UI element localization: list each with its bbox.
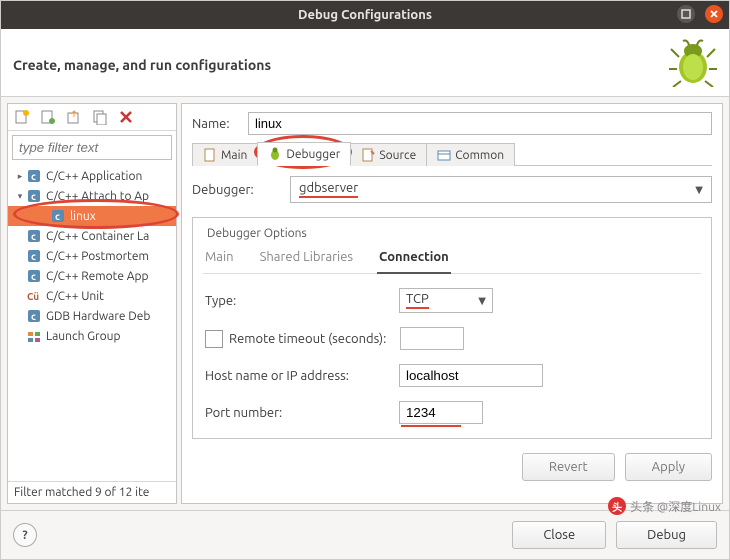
type-label: Type: (205, 294, 385, 308)
filter-input[interactable] (12, 135, 172, 160)
subtab-connection[interactable]: Connection (377, 244, 451, 274)
config-toolbar (8, 104, 176, 131)
host-label: Host name or IP address: (205, 369, 385, 383)
config-type-icon: c (26, 248, 42, 264)
port-input[interactable] (399, 401, 483, 424)
config-tree[interactable]: ▸ c C/C++ Application ▾ c C/C++ Attach to Ap c… (8, 164, 176, 481)
config-type-icon (26, 328, 42, 344)
new-prototype-icon[interactable] (40, 109, 56, 125)
tree-item-selected[interactable]: clinux (8, 206, 176, 226)
tree-item[interactable]: c C/C++ Postmortem (8, 246, 176, 266)
debugger-options-group: Debugger Options Main Shared Libraries C… (192, 217, 712, 439)
subtitle-bar: Create, manage, and run configurations (1, 29, 729, 97)
name-label: Name: (192, 117, 240, 131)
export-icon[interactable] (66, 109, 82, 125)
tree-item-label: C/C++ Remote App (46, 270, 149, 283)
tree-item[interactable]: c GDB Hardware Deb (8, 306, 176, 326)
right-panel: Name: Main Debugger Source Co (181, 103, 723, 504)
svg-text:c: c (31, 171, 36, 182)
svg-text:c: c (55, 211, 60, 222)
group-title: Debugger Options (203, 227, 311, 240)
debugger-label: Debugger: (192, 183, 282, 197)
tab-debugger[interactable]: Debugger (257, 142, 351, 166)
chevron-down-icon: ▼ (478, 295, 486, 307)
type-value: TCP (406, 292, 429, 309)
main-tabstrip: Main Debugger Source Common (192, 141, 712, 166)
bottom-bar: Close Debug (1, 510, 729, 559)
tab-source[interactable]: Source (350, 143, 427, 166)
config-type-icon: Cü (26, 288, 42, 304)
remote-timeout-label: Remote timeout (seconds): (229, 332, 386, 346)
filter-status: Filter matched 9 of 12 ite (8, 481, 176, 503)
tree-item-label: Launch Group (46, 330, 121, 343)
type-combo[interactable]: TCP ▼ (399, 288, 493, 313)
debugger-value: gdbserver (299, 181, 358, 198)
subtab-main[interactable]: Main (203, 244, 236, 273)
svg-text:c: c (31, 251, 36, 262)
config-type-icon: c (26, 228, 42, 244)
host-input[interactable] (399, 364, 543, 387)
subtitle-text: Create, manage, and run configurations (13, 57, 271, 73)
remote-timeout-checkbox[interactable] (205, 330, 223, 348)
config-type-icon: c (26, 168, 42, 184)
svg-text:c: c (31, 231, 36, 242)
tree-item-label: C/C++ Unit (46, 290, 104, 303)
file-icon (203, 148, 217, 162)
close-button[interactable]: Close (512, 521, 606, 549)
tree-item-label: C/C++ Attach to Ap (46, 190, 149, 203)
tree-item-label: C/C++ Application (46, 170, 142, 183)
tree-item-label: linux (70, 210, 96, 223)
svg-text:c: c (31, 271, 36, 282)
svg-text:Cü: Cü (27, 291, 39, 302)
tree-item[interactable]: c C/C++ Container La (8, 226, 176, 246)
debug-button[interactable]: Debug (616, 521, 717, 549)
apply-button[interactable]: Apply (625, 453, 712, 481)
common-icon (437, 148, 451, 162)
tree-item[interactable]: c C/C++ Remote App (8, 266, 176, 286)
delete-icon[interactable] (118, 109, 134, 125)
svg-text:c: c (31, 311, 36, 322)
annotation-underline (401, 425, 461, 427)
subtab-shared-libraries[interactable]: Shared Libraries (258, 244, 355, 273)
close-window-button[interactable] (705, 5, 723, 23)
config-type-icon: c (26, 308, 42, 324)
name-input[interactable] (248, 112, 712, 135)
tree-item[interactable]: Launch Group (8, 326, 176, 346)
tree-item-label: GDB Hardware Deb (46, 310, 150, 323)
svg-text:c: c (31, 191, 36, 202)
duplicate-icon[interactable] (92, 109, 108, 125)
debugger-combo[interactable]: gdbserver ▼ (290, 176, 712, 203)
tree-item[interactable]: Cü C/C++ Unit (8, 286, 176, 306)
tree-item[interactable]: ▸ c C/C++ Application (8, 166, 176, 186)
left-panel: ▸ c C/C++ Application ▾ c C/C++ Attach to Ap c… (7, 103, 177, 504)
bug-icon (669, 39, 717, 90)
help-icon[interactable]: ? (13, 523, 37, 547)
tree-toggle-icon[interactable]: ▸ (14, 171, 26, 182)
bug-tab-icon (268, 147, 282, 161)
new-config-icon[interactable] (14, 109, 30, 125)
tab-main[interactable]: Main (192, 143, 258, 166)
config-type-icon: c (26, 188, 42, 204)
source-icon (361, 148, 375, 162)
revert-button[interactable]: Revert (522, 453, 615, 481)
window-title: Debug Configurations (298, 8, 432, 22)
config-type-icon: c (26, 268, 42, 284)
chevron-down-icon: ▼ (695, 184, 703, 196)
tree-toggle-icon[interactable]: ▾ (14, 191, 26, 202)
tree-item[interactable]: ▾ c C/C++ Attach to Ap (8, 186, 176, 206)
titlebar: Debug Configurations (1, 1, 729, 29)
tab-common[interactable]: Common (426, 143, 515, 166)
tree-item-label: C/C++ Postmortem (46, 250, 149, 263)
remote-timeout-input[interactable] (400, 327, 464, 350)
tree-item-label: C/C++ Container La (46, 230, 149, 243)
maximize-button[interactable] (677, 5, 695, 23)
port-label: Port number: (205, 406, 385, 420)
config-type-icon: c (50, 208, 66, 224)
options-subtabs: Main Shared Libraries Connection (203, 240, 701, 274)
